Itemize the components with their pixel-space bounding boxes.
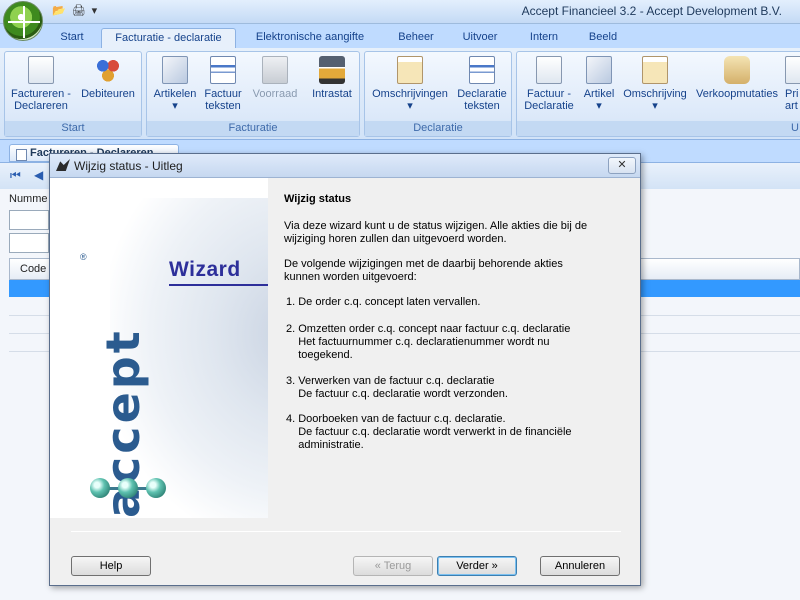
invoice-icon (536, 56, 562, 84)
text-document-icon (210, 56, 236, 84)
content-heading: Wijzig status (284, 193, 352, 205)
tab-beeld[interactable]: Beeld (578, 28, 628, 48)
ribbon: Factureren - Declareren Debiteuren Start… (0, 48, 800, 140)
list-item: 3. Verwerken van de factuur c.q. declara… (286, 375, 508, 400)
clipboard-icon (642, 56, 668, 84)
molecule-logo-icon (90, 478, 170, 500)
dialog-title: Wijzig status - Uitleg (74, 159, 183, 173)
intrastat-button[interactable]: Intrastat (307, 54, 357, 120)
tab-facturatie-declaratie[interactable]: Facturatie - declaratie (101, 28, 236, 48)
ribbon-group-facturatie: Artikelen ▾ Factuur teksten Voorraad Int… (146, 51, 360, 137)
wizard-dialog: Wijzig status - Uitleg ✕ ® accept Wizard… (49, 153, 641, 586)
intro-paragraph-2: De volgende wijzigingen met de daarbij b… (284, 258, 563, 283)
wizard-side-panel: ® accept Wizard (50, 178, 268, 518)
print-icon[interactable]: 🖨 (72, 4, 86, 17)
ribbon-group-label: Facturatie (147, 121, 359, 136)
ribbon-group-start: Factureren - Declareren Debiteuren Start (4, 51, 142, 137)
quick-access-toolbar: 📂 🖨 ▾ (52, 4, 97, 17)
print-articles-button[interactable]: Pri art (785, 54, 800, 120)
nummer-label: Numme (9, 193, 48, 205)
dialog-title-bar: Wijzig status - Uitleg ✕ (50, 154, 640, 178)
voorraad-button[interactable]: Voorraad (247, 54, 303, 120)
list-item: 4. Doorboeken van de factuur c.q. declar… (286, 413, 572, 451)
tab-elektronische-aangifte[interactable]: Elektronische aangifte (244, 28, 376, 48)
window-title: Accept Financieel 3.2 - Accept Developme… (521, 4, 782, 18)
wizard-title: Wizard (169, 258, 241, 281)
articles-icon (162, 56, 188, 84)
truck-icon (319, 56, 345, 84)
print-icon (785, 56, 800, 84)
next-button[interactable]: Verder » (437, 556, 517, 576)
invoice-icon (28, 56, 54, 84)
clipboard-icon (397, 56, 423, 84)
verkoopmutaties-button[interactable]: Verkoopmutaties (691, 54, 783, 120)
help-button[interactable]: Help (71, 556, 151, 576)
list-item: 2. Omzetten order c.q. concept naar fact… (286, 323, 571, 361)
tab-start[interactable]: Start (46, 28, 98, 48)
chevron-down-icon[interactable]: ▾ (92, 4, 98, 17)
folder-icon[interactable]: 📂 (52, 4, 66, 17)
intro-paragraph: Via deze wizard kunt u de status wijzige… (284, 220, 588, 245)
list-item: 1. De order c.q. concept laten vervallen… (286, 296, 481, 308)
code-column-header[interactable]: Code (20, 263, 46, 275)
nummer-field[interactable] (9, 210, 49, 230)
tab-intern[interactable]: Intern (516, 28, 572, 48)
text-document-icon (469, 56, 495, 84)
cancel-button[interactable]: Annuleren (540, 556, 620, 576)
title-bar: 📂 🖨 ▾ Accept Financieel 3.2 - Accept Dev… (0, 0, 800, 41)
app-logo-icon (56, 159, 70, 171)
close-button[interactable]: ✕ (608, 157, 636, 174)
ribbon-tabs: Start Facturatie - declaratie Elektronis… (0, 24, 800, 48)
artikelen-button[interactable]: Artikelen ▾ (149, 54, 201, 120)
omschrijvingen-button[interactable]: Omschrijvingen ▾ (367, 54, 453, 120)
articles-icon (586, 56, 612, 84)
application-menu-orb-icon[interactable] (3, 1, 43, 41)
scroll-icon (724, 56, 750, 84)
tab-uitvoer[interactable]: Uitvoer (452, 28, 508, 48)
ribbon-group-label: U (517, 121, 800, 136)
tab-beheer[interactable]: Beheer (386, 28, 446, 48)
ribbon-group-label: Start (5, 121, 141, 136)
wizard-underline (169, 284, 268, 286)
declaratie-teksten-button[interactable]: Declaratie teksten (453, 54, 511, 120)
dialog-separator (71, 531, 621, 532)
ribbon-group-declaratie: Omschrijvingen ▾ Declaratie teksten Decl… (364, 51, 512, 137)
artikel-button[interactable]: Artikel ▾ (579, 54, 619, 120)
debiteuren-button[interactable]: Debiteuren (77, 54, 139, 120)
back-button[interactable]: « Terug (353, 556, 433, 576)
omschrijving-button[interactable]: Omschrijving ▾ (619, 54, 691, 120)
registered-mark: ® (80, 252, 87, 262)
first-record-icon[interactable]: ⏮ (10, 168, 22, 182)
stock-icon (262, 56, 288, 84)
previous-record-icon[interactable]: ◀ (34, 168, 46, 182)
factuur-teksten-button[interactable]: Factuur teksten (201, 54, 245, 120)
factureren-declareren-button[interactable]: Factureren - Declareren (8, 54, 74, 120)
second-field[interactable] (9, 233, 49, 253)
ribbon-group-u: Factuur - Declaratie Artikel ▾ Omschrijv… (516, 51, 800, 137)
factuur-declaratie-button[interactable]: Factuur - Declaratie (519, 54, 579, 120)
people-icon (95, 56, 121, 84)
ribbon-group-label: Declaratie (365, 121, 511, 136)
